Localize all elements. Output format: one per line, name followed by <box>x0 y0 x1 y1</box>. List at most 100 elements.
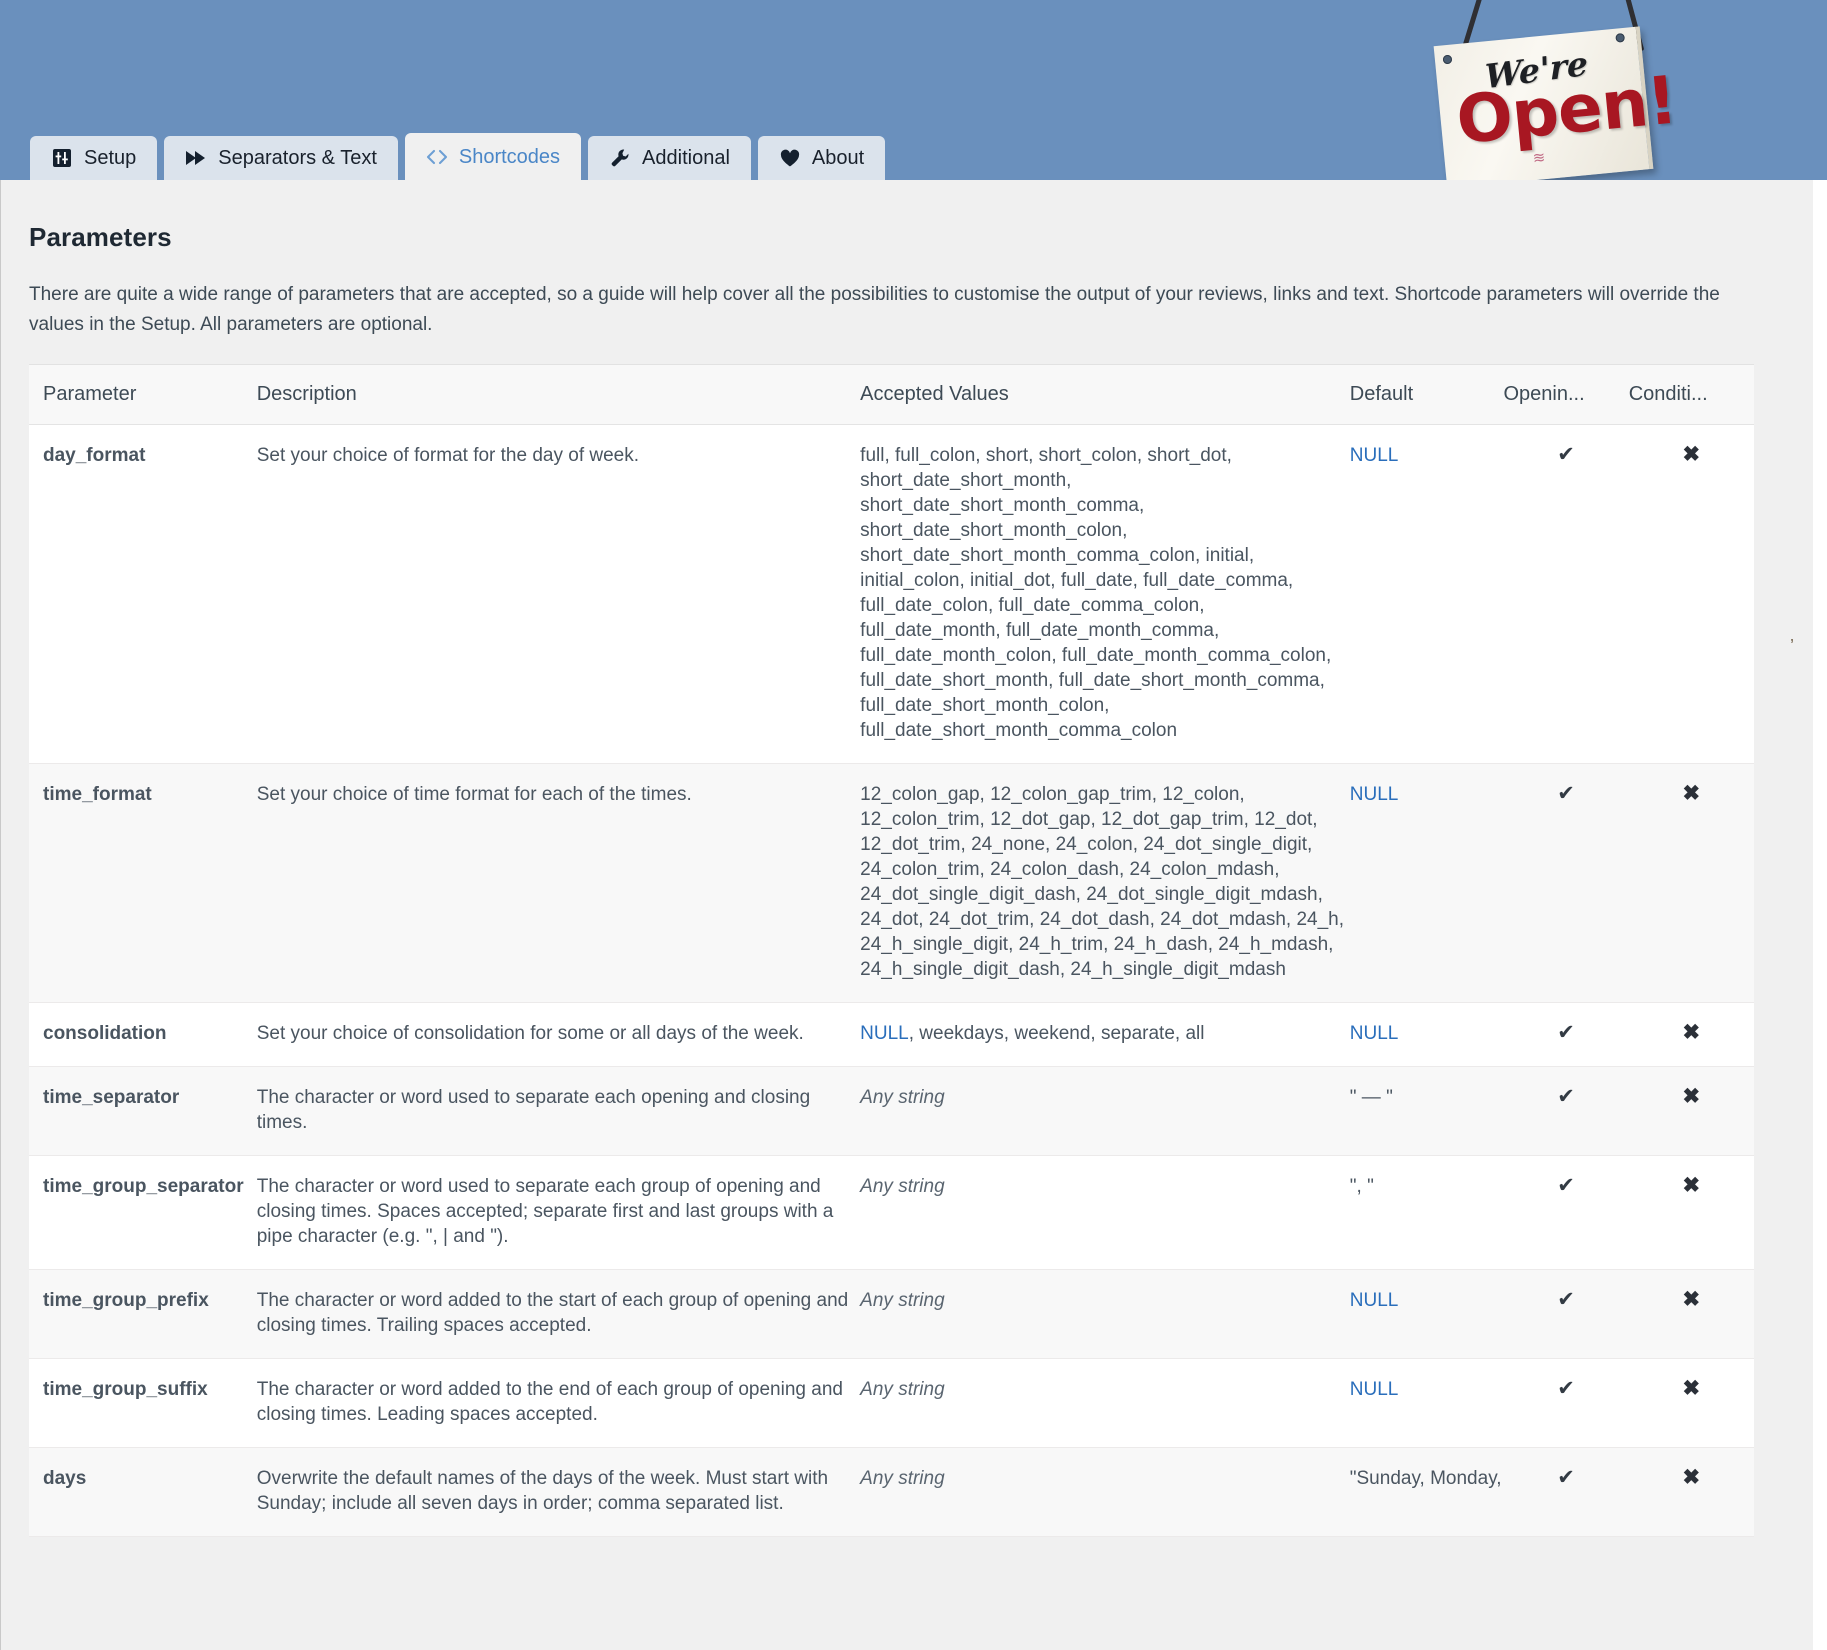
cross-icon: ✖ <box>1682 1288 1701 1311</box>
intro-paragraph: There are quite a wide range of paramete… <box>29 284 1720 335</box>
table-row: time_group_prefix The character or word a… <box>29 1269 1754 1359</box>
cell-accepted-values: Any string <box>860 1066 1350 1156</box>
sign-screw-right <box>1615 32 1626 43</box>
cell-accepted-values: full, full_colon, short, short_colon, sh… <box>860 424 1350 764</box>
accepted-values-text: Any string <box>860 1379 945 1400</box>
cross-icon: ✖ <box>1682 1377 1701 1400</box>
null-link[interactable]: NULL <box>1350 784 1399 805</box>
tab-shortcodes[interactable]: Shortcodes <box>404 133 582 180</box>
null-link[interactable]: NULL <box>860 1023 909 1044</box>
check-icon: ✔ <box>1557 1021 1575 1044</box>
check-icon: ✔ <box>1557 782 1575 805</box>
cell-conditional: ✖ <box>1628 1269 1754 1359</box>
cell-opening: ✔ <box>1503 1066 1629 1156</box>
check-icon: ✔ <box>1557 1466 1575 1489</box>
cross-icon: ✖ <box>1682 1174 1701 1197</box>
cell-accepted-values: Any string <box>860 1447 1350 1537</box>
null-link[interactable]: NULL <box>1350 1379 1399 1400</box>
cell-opening: ✔ <box>1503 763 1629 1003</box>
column-header-opening[interactable]: Openin... <box>1503 364 1629 425</box>
tab-label: Additional <box>642 147 730 169</box>
null-link[interactable]: NULL <box>1350 1290 1399 1311</box>
cell-opening: ✔ <box>1503 1358 1629 1448</box>
default-value: "Sunday, Monday, <box>1349 1468 1502 1489</box>
cell-conditional: ✖ <box>1628 763 1754 1003</box>
accepted-values-text: 12_colon_gap, 12_colon_gap_trim, 12_colo… <box>860 784 1344 980</box>
cross-icon: ✖ <box>1682 1085 1701 1108</box>
were-open-sign: We're Open! ≋ <box>1418 0 1680 180</box>
column-header-parameter[interactable]: Parameter <box>29 364 257 425</box>
tab-label: About <box>811 147 865 169</box>
accepted-values-text: Any string <box>860 1290 945 1311</box>
cell-default: NULL <box>1349 1358 1504 1448</box>
table-head: Parameter Description Accepted Values De… <box>29 364 1754 425</box>
table-row: time_group_suffix The character or word a… <box>29 1358 1754 1448</box>
cell-description: The character or word used to separate e… <box>256 1155 861 1270</box>
cell-description: The character or word added to the end o… <box>256 1358 861 1448</box>
cell-description: The character or word added to the start… <box>256 1269 861 1359</box>
cell-opening: ✔ <box>1503 424 1629 764</box>
check-icon: ✔ <box>1557 1377 1575 1400</box>
cell-conditional: ✖ <box>1628 424 1754 764</box>
cell-parameter: time_group_prefix <box>29 1269 257 1359</box>
check-icon: ✔ <box>1557 1085 1575 1108</box>
cell-parameter: time_format <box>29 763 257 1003</box>
cell-description: Set your choice of time format for each … <box>256 763 861 1003</box>
cell-default: NULL <box>1349 1002 1504 1067</box>
cell-conditional: ✖ <box>1628 1358 1754 1448</box>
cell-accepted-values: Any string <box>860 1269 1350 1359</box>
tab-about[interactable]: About <box>757 136 886 180</box>
table-row: consolidation Set your choice of consolid… <box>29 1002 1754 1067</box>
cell-default: NULL <box>1349 424 1504 764</box>
tab-additional[interactable]: Additional <box>588 136 751 180</box>
check-icon: ✔ <box>1557 1174 1575 1197</box>
cell-opening: ✔ <box>1503 1155 1629 1270</box>
accepted-values-text: Any string <box>860 1468 945 1489</box>
table-row: time_separator The character or word used… <box>29 1066 1754 1156</box>
cross-icon: ✖ <box>1682 782 1701 805</box>
column-header-accepted-values[interactable]: Accepted Values <box>860 364 1350 425</box>
wrench-icon <box>609 147 631 169</box>
cell-default: " — " <box>1349 1066 1504 1156</box>
cell-parameter: time_group_separator <box>29 1155 257 1270</box>
cell-accepted-values: NULL, weekdays, weekend, separate, all <box>860 1002 1350 1067</box>
sign-flourish-icon: ≋ <box>1532 149 1545 168</box>
tab-setup[interactable]: Setup <box>30 136 158 180</box>
cross-icon: ✖ <box>1682 1466 1701 1489</box>
check-icon: ✔ <box>1557 443 1575 466</box>
cross-icon: ✖ <box>1682 443 1701 466</box>
cell-default: "Sunday, Monday, <box>1349 1447 1504 1537</box>
cell-description: Set your choice of consolidation for som… <box>256 1002 861 1067</box>
page-title: Parameters <box>29 222 172 252</box>
cell-conditional: ✖ <box>1628 1066 1754 1156</box>
cell-opening: ✔ <box>1503 1447 1629 1537</box>
accepted-values-text: full, full_colon, short, short_colon, sh… <box>860 445 1332 741</box>
code-icon <box>426 146 448 168</box>
cell-default: ", " <box>1349 1155 1504 1270</box>
cell-description: Set your choice of format for the day of… <box>256 424 861 764</box>
column-header-default[interactable]: Default <box>1349 364 1504 425</box>
sign-screw-left <box>1442 54 1453 65</box>
page-banner: We're Open! ≋ Setup Separators & Text Sh… <box>0 0 1827 180</box>
cell-parameter: consolidation <box>29 1002 257 1067</box>
cell-parameter: day_format <box>29 424 257 764</box>
parameters-table: Parameter Description Accepted Values De… <box>29 364 1754 1537</box>
null-link[interactable]: NULL <box>1350 1023 1399 1044</box>
sign-board: We're Open! ≋ <box>1433 26 1680 180</box>
banner-background: We're Open! ≋ Setup Separators & Text Sh… <box>0 0 1813 180</box>
cross-icon: ✖ <box>1682 1021 1701 1044</box>
cell-description: Overwrite the default names of the days … <box>256 1447 861 1537</box>
column-header-conditional[interactable]: Conditi... <box>1628 364 1754 425</box>
table-body: day_format Set your choice of format for … <box>29 424 1754 1537</box>
null-link[interactable]: NULL <box>1350 445 1399 466</box>
cell-opening: ✔ <box>1503 1269 1629 1359</box>
cell-parameter: days <box>29 1447 257 1537</box>
forward-icon <box>185 147 207 169</box>
tab-separators-and-text[interactable]: Separators & Text <box>164 136 398 180</box>
column-header-description[interactable]: Description <box>256 364 861 425</box>
content-area: Parameters There are quite a wide range … <box>29 180 1789 1537</box>
table-row: time_group_separator The character or wor… <box>29 1155 1754 1270</box>
cell-opening: ✔ <box>1503 1002 1629 1067</box>
table-row: day_format Set your choice of format for … <box>29 424 1754 764</box>
cell-description: The character or word used to separate e… <box>256 1066 861 1156</box>
